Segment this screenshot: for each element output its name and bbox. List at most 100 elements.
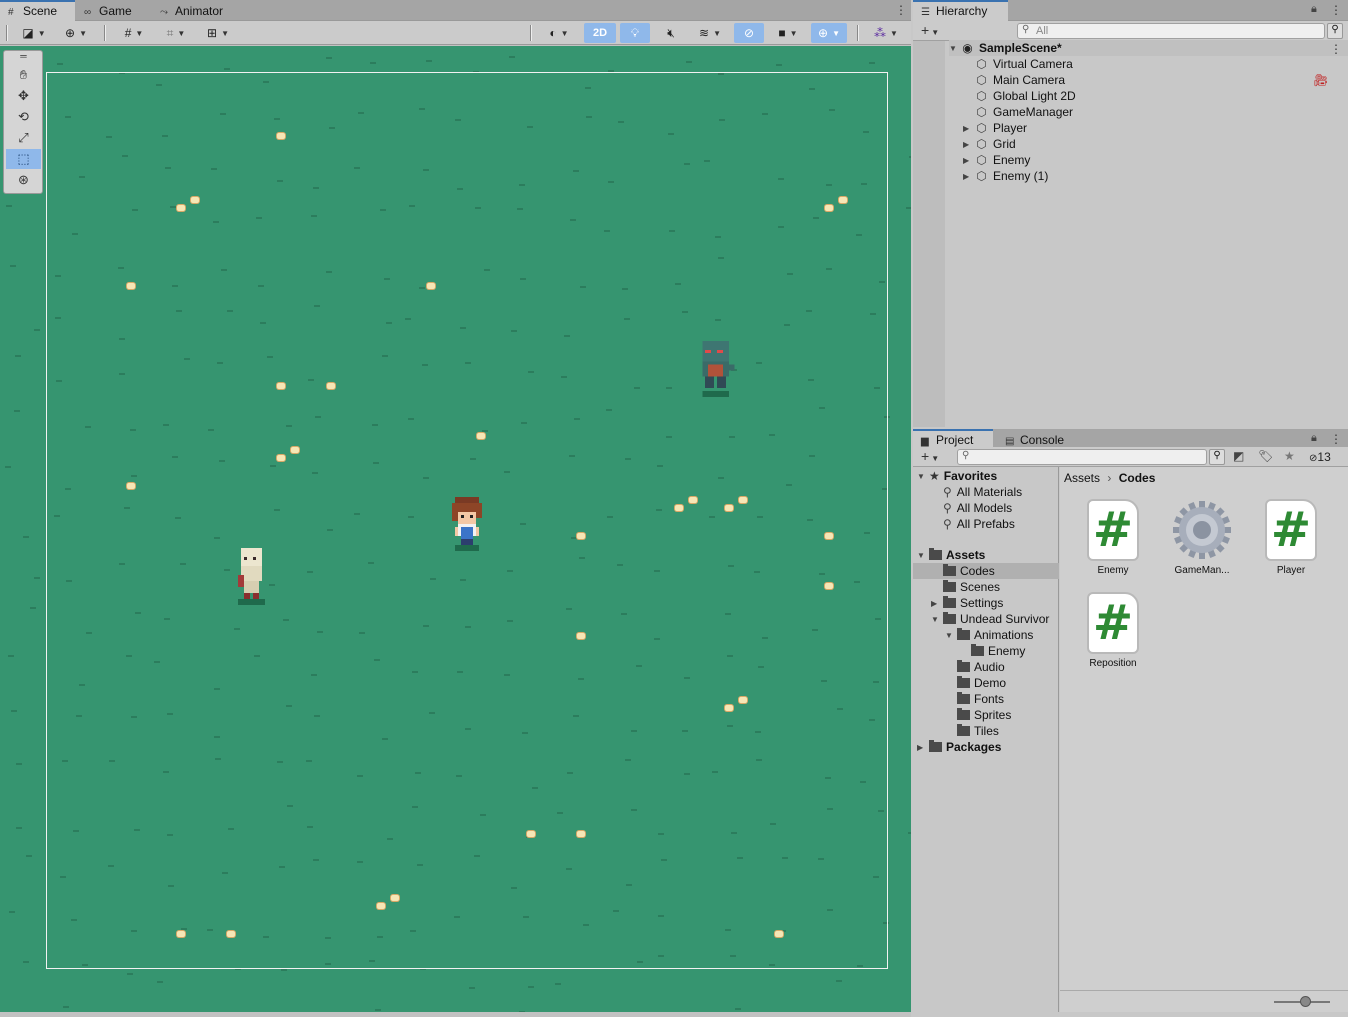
asset-gamemanager[interactable]: GameMan... <box>1167 499 1237 576</box>
favorite-item-label: All Models <box>956 501 1013 515</box>
chevron-down-icon[interactable]: ▼ <box>945 631 957 640</box>
hierarchy-item[interactable]: ▶ ⬡ Player <box>963 120 1027 136</box>
scene-viewport[interactable] <box>0 46 911 1012</box>
chevron-right-icon[interactable]: ▶ <box>963 156 975 165</box>
lighting-toggle[interactable]: 💡︎ <box>620 23 650 43</box>
chevron-down-icon[interactable]: ▼ <box>931 615 943 624</box>
scene-menu-icon[interactable]: ⋮ <box>895 3 907 17</box>
increment-snap-dropdown[interactable]: ⌗ ▼ <box>158 23 194 43</box>
scene-root-row[interactable]: ▼ ◉ SampleScene* <box>949 40 1348 56</box>
grass-tuft <box>157 980 163 983</box>
favorite-item[interactable]: ⚲ All Prefabs <box>943 516 1015 532</box>
grass-tuft <box>906 206 911 209</box>
player-sprite[interactable] <box>446 495 488 556</box>
tab-scene[interactable]: # Scene <box>0 0 75 21</box>
folder-tree-item[interactable]: Scenes <box>913 579 1059 595</box>
search-by-type-button[interactable]: ⚲ <box>1327 23 1343 39</box>
shading-mode-dropdown[interactable]: ◐ ▼ <box>540 23 578 43</box>
tab-hierarchy[interactable]: ☰ Hierarchy <box>913 0 1008 21</box>
lock-icon[interactable]: 🔒︎ <box>1311 432 1317 445</box>
chevron-right-icon[interactable]: ▶ <box>963 172 975 181</box>
skeleton-enemy-sprite[interactable] <box>232 548 271 608</box>
global-local-dropdown[interactable]: ⊕ ▼ <box>58 23 94 43</box>
hierarchy-menu-icon[interactable]: ⋮ <box>1330 3 1342 17</box>
favorites-header[interactable]: ▼ ★ Favorites <box>917 468 997 484</box>
hierarchy-item[interactable]: ⬡ Virtual Camera <box>963 56 1073 72</box>
asset-label: Player <box>1276 565 1306 576</box>
move-tool-button[interactable]: ✥ <box>6 86 41 106</box>
transform-tool-button[interactable]: ⊛ <box>6 170 41 190</box>
create-button[interactable]: + ▼ <box>921 22 939 38</box>
hierarchy-search-input[interactable]: ⚲ All <box>1017 23 1325 39</box>
hierarchy-item[interactable]: ⬡ Main Camera <box>963 72 1065 88</box>
audio-toggle[interactable]: 🔇︎ <box>656 23 686 43</box>
hierarchy-item[interactable]: ▶ ⬡ Enemy (1) <box>963 168 1048 184</box>
draw-mode-dropdown[interactable]: ◪ ▼ <box>16 23 52 43</box>
ruler-dropdown[interactable]: ⊞ ▼ <box>200 23 236 43</box>
hierarchy-item[interactable]: ⬡ GameManager <box>963 104 1073 120</box>
folder-tree-item[interactable]: Enemy <box>913 643 1059 659</box>
asset-script[interactable]: # Enemy <box>1078 499 1148 576</box>
folder-tree-item[interactable]: Demo <box>913 675 1059 691</box>
chevron-right-icon[interactable]: ▶ <box>963 140 975 149</box>
lock-icon[interactable]: 🔒︎ <box>1311 3 1317 16</box>
hierarchy-item[interactable]: ⬡ Global Light 2D <box>963 88 1075 104</box>
tab-animator[interactable]: ⤳ Animator <box>152 0 242 21</box>
folder-tree-item[interactable]: Sprites <box>913 707 1059 723</box>
grid-snap-dropdown[interactable]: # ▼ <box>116 23 152 43</box>
project-search-input[interactable]: ⚲ <box>957 449 1207 465</box>
create-asset-button[interactable]: + ▼ <box>921 448 939 464</box>
assets-root[interactable]: ▼ Assets <box>917 547 1058 563</box>
folder-tree-item[interactable]: ▶ Settings <box>913 595 1059 611</box>
folder-tree-label: Tiles <box>974 724 999 738</box>
folder-tree-item[interactable]: Fonts <box>913 691 1059 707</box>
breadcrumb-current[interactable]: Codes <box>1119 471 1156 485</box>
chevron-down-icon: ▼ <box>79 28 87 38</box>
packages-root[interactable]: ▶ Packages <box>917 739 1001 755</box>
filter-by-type-button[interactable]: ◩ <box>1233 449 1244 463</box>
chevron-down-icon: ▼ <box>890 28 898 38</box>
scale-tool-button[interactable]: ⤢ <box>6 128 41 148</box>
gizmos-toggle[interactable]: ⊕ ▼ <box>811 23 847 43</box>
hierarchy-item[interactable]: ▶ ⬡ Enemy <box>963 152 1030 168</box>
favorite-button[interactable]: ★ <box>1284 449 1295 463</box>
search-scope-button[interactable]: ⚲ <box>1209 449 1225 465</box>
filter-by-label-button[interactable]: 🏷︎ <box>1258 449 1273 463</box>
chevron-down-icon: ▼ <box>560 28 569 38</box>
hidden-packages-toggle[interactable]: ⊘13 <box>1309 450 1331 464</box>
chevron-right-icon[interactable]: ▶ <box>963 124 975 133</box>
palette-grip-icon[interactable]: ═ <box>6 51 41 61</box>
favorite-item-label: All Materials <box>956 485 1023 499</box>
scene-row-menu-icon[interactable]: ⋮ <box>1330 42 1342 56</box>
asset-script[interactable]: # Reposition <box>1078 592 1148 669</box>
folder-tree-item[interactable]: Audio <box>913 659 1059 675</box>
folder-tree-item[interactable]: Codes <box>913 563 1059 579</box>
grass-tuft <box>869 61 875 64</box>
project-menu-icon[interactable]: ⋮ <box>1330 432 1342 446</box>
asset-script[interactable]: # Player <box>1256 499 1326 576</box>
folder-tree-item[interactable]: ▼ Animations <box>913 627 1059 643</box>
rotate-tool-button[interactable]: ⟲ <box>6 107 41 127</box>
hierarchy-item[interactable]: ▶ ⬡ Grid <box>963 136 1016 152</box>
chevron-right-icon[interactable]: ▶ <box>931 599 943 608</box>
favorite-item[interactable]: ⚲ All Materials <box>943 484 1022 500</box>
zoom-slider-thumb[interactable] <box>1300 996 1311 1007</box>
gamepad-icon: ∞ <box>84 7 92 18</box>
folder-tree-item[interactable]: Tiles <box>913 723 1059 739</box>
grass-tuft <box>11 709 17 712</box>
effects-dropdown[interactable]: ≋ ▼ <box>692 23 728 43</box>
grass-tuft <box>23 535 29 538</box>
chevron-down-icon: ▼ <box>221 28 229 38</box>
2d-mode-toggle[interactable]: 2D <box>584 23 616 43</box>
folder-tree-item[interactable]: ▼ Undead Survivor <box>913 611 1059 627</box>
tab-game[interactable]: ∞ Game <box>76 0 148 21</box>
favorite-item[interactable]: ⚲ All Models <box>943 500 1012 516</box>
overlay-dropdown[interactable]: ⁂ ▼ <box>866 23 906 43</box>
hand-tool-button[interactable]: ✋︎ <box>6 65 41 85</box>
camera-dropdown[interactable]: ■ ▼ <box>770 23 806 43</box>
grass-tuft <box>555 982 561 985</box>
visibility-toggle[interactable]: ⊘ <box>734 23 764 43</box>
zombie-enemy-sprite[interactable] <box>696 341 738 400</box>
rect-tool-button[interactable]: ⬚ <box>6 149 41 169</box>
breadcrumb-root[interactable]: Assets <box>1064 471 1100 485</box>
